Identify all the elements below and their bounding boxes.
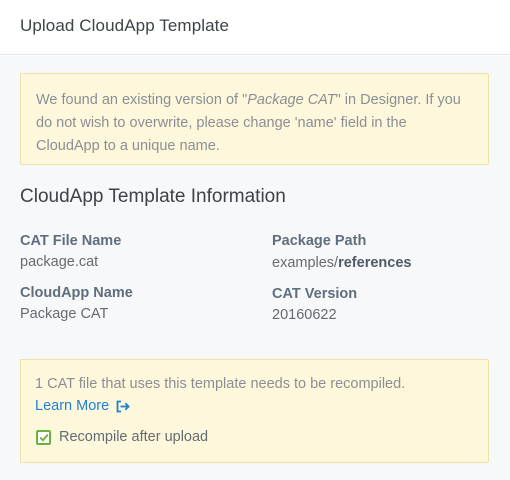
cat-version-label: CAT Version <box>272 286 358 302</box>
recompile-checkbox-row[interactable]: Recompile after upload <box>36 429 208 445</box>
dialog-body: We found an existing version of "Package… <box>0 56 510 480</box>
package-path-bold: references <box>338 255 412 271</box>
cloudapp-name-value: Package CAT <box>20 306 109 322</box>
section-heading: CloudApp Template Information <box>20 186 286 207</box>
recompile-notice: 1 CAT file that uses this template needs… <box>20 359 489 463</box>
cat-file-name-value: package.cat <box>20 254 99 270</box>
external-link-icon <box>116 400 131 412</box>
learn-more-link[interactable]: Learn More <box>35 398 131 414</box>
recompile-checkbox-label: Recompile after upload <box>59 429 209 445</box>
recompile-checkbox[interactable] <box>36 429 51 445</box>
cat-file-name-label: CAT File Name <box>20 233 122 249</box>
package-path-value: examples/references <box>272 255 411 271</box>
cat-version-value: 20160622 <box>272 307 337 323</box>
warning-prefix: We found an existing version of " <box>36 92 248 108</box>
cloudapp-name-label: CloudApp Name <box>20 285 133 301</box>
dialog-title: Upload CloudApp Template <box>20 16 230 35</box>
recompile-message: 1 CAT file that uses this template needs… <box>35 376 406 392</box>
checkmark-icon <box>39 433 49 442</box>
dialog-header: Upload CloudApp Template <box>0 0 510 55</box>
warning-package-name: Package CAT <box>247 92 336 108</box>
learn-more-label: Learn More <box>35 398 110 414</box>
package-path-prefix: examples/ <box>272 255 339 271</box>
package-path-label: Package Path <box>272 233 367 249</box>
existing-version-warning: We found an existing version of "Package… <box>20 73 489 165</box>
